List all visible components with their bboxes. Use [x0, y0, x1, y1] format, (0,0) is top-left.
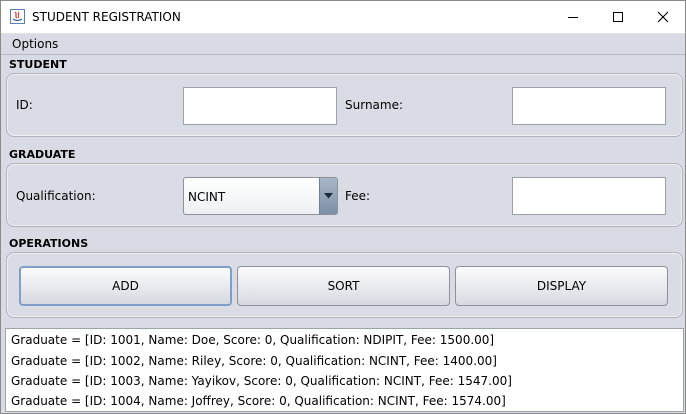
output-line: Graduate = [ID: 1004, Name: Joffrey, Sco…	[11, 394, 506, 408]
output-line: Graduate = [ID: 1002, Name: Riley, Score…	[11, 354, 497, 368]
output-line: Graduate = [ID: 1001, Name: Doe, Score: …	[11, 333, 495, 347]
dropdown-arrow[interactable]	[319, 178, 337, 214]
java-app-icon	[10, 9, 25, 24]
close-button[interactable]	[640, 1, 685, 33]
output-line: Graduate = [ID: 1003, Name: Yayikov, Sco…	[11, 374, 512, 388]
fee-field[interactable]	[512, 177, 666, 215]
maximize-icon	[612, 12, 623, 22]
surname-label: Surname:	[345, 98, 404, 112]
id-field[interactable]	[183, 87, 337, 125]
window-title: STUDENT REGISTRATION	[32, 10, 181, 24]
menu-options[interactable]: Options	[12, 37, 58, 51]
qualification-label: Qualification:	[16, 189, 96, 203]
app-window: STUDENT REGISTRATION Options STUDENT ID:…	[0, 0, 686, 414]
add-button[interactable]: ADD	[19, 266, 232, 306]
chevron-down-icon	[324, 193, 333, 199]
student-section-title: STUDENT	[9, 58, 67, 71]
surname-field[interactable]	[512, 87, 666, 125]
qualification-selected-value: NCINT	[188, 190, 226, 204]
close-icon	[657, 11, 668, 23]
operations-section-title: OPERATIONS	[9, 237, 89, 250]
sort-button[interactable]: SORT	[237, 266, 450, 306]
maximize-button[interactable]	[595, 1, 640, 33]
display-button[interactable]: DISPLAY	[455, 266, 668, 306]
id-label: ID:	[16, 98, 33, 112]
menu-bar: Options	[1, 34, 685, 55]
qualification-dropdown[interactable]: NCINT	[183, 177, 338, 215]
minimize-icon	[567, 17, 578, 18]
minimize-button[interactable]	[550, 1, 595, 33]
output-text-area[interactable]: Graduate = [ID: 1001, Name: Doe, Score: …	[5, 328, 684, 412]
fee-label: Fee:	[345, 189, 371, 203]
title-bar[interactable]: STUDENT REGISTRATION	[1, 1, 685, 34]
graduate-section-title: GRADUATE	[9, 148, 76, 161]
